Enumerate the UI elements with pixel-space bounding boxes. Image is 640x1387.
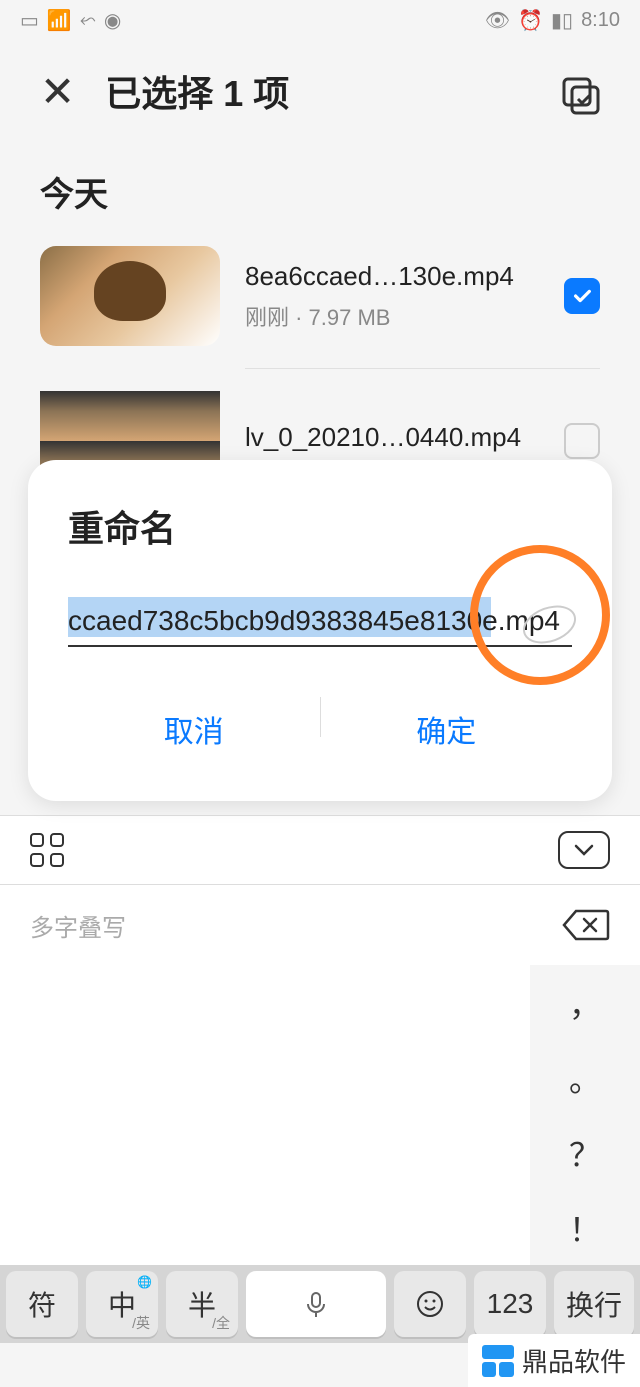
language-key[interactable]: 🌐 中 /英 — [86, 1271, 158, 1337]
backspace-key[interactable] — [562, 907, 610, 943]
dialog-title: 重命名 — [68, 500, 572, 552]
dialog-actions: 取消 确定 — [68, 697, 572, 761]
punctuation-column: ， 。 ？ ！ — [530, 965, 640, 1265]
width-key[interactable]: 半 /全 — [166, 1271, 238, 1337]
period-key[interactable]: 。 — [530, 1040, 640, 1115]
section-today: 今天 — [0, 142, 640, 236]
emoji-key[interactable] — [394, 1271, 466, 1337]
watermark-icon — [482, 1345, 514, 1377]
rename-input[interactable] — [68, 597, 572, 647]
watermark-text: 鼎品软件 — [522, 1342, 626, 1379]
enter-key[interactable]: 换行 — [554, 1271, 634, 1337]
file-item[interactable]: 8ea6ccaed…130e.mp4 刚刚 · 7.97 MB — [40, 236, 600, 356]
file-name: 8ea6ccaed…130e.mp4 — [245, 261, 539, 292]
file-name: lv_0_20210…0440.mp4 — [245, 422, 539, 453]
handwrite-hint: 多字叠写 — [30, 908, 126, 943]
nfc-icon: ◉ — [104, 8, 121, 33]
status-left: ▭ 📶 ⬿ ◉ — [20, 8, 121, 33]
status-time: 8:10 — [581, 9, 620, 32]
ime-toolbar — [0, 815, 640, 885]
ime-suggest-bar: 多字叠写 — [0, 885, 640, 965]
battery-icon: ▮▯ — [551, 8, 573, 33]
cancel-button[interactable]: 取消 — [68, 697, 320, 761]
video-thumbnail — [40, 246, 220, 346]
wifi-icon: ⬿ — [80, 9, 96, 32]
symbol-key[interactable]: 符 — [6, 1271, 78, 1337]
status-right: 👁 ⏰ ▮▯ 8:10 — [485, 8, 620, 33]
keyboard-bottom-row: 符 🌐 中 /英 半 /全 123 换行 — [0, 1265, 640, 1343]
collapse-keyboard-icon[interactable] — [558, 831, 610, 869]
file-checkbox[interactable] — [564, 423, 600, 459]
smile-icon — [415, 1289, 445, 1319]
file-info: lv_0_20210…0440.mp4 — [245, 422, 539, 461]
status-bar: ▭ 📶 ⬿ ◉ 👁 ⏰ ▮▯ 8:10 — [0, 0, 640, 40]
signal-icon: 📶 — [47, 8, 72, 33]
close-button[interactable]: ✕ — [40, 67, 75, 116]
alarm-icon: ⏰ — [518, 8, 543, 33]
header-title: 已选择 1 项 — [105, 65, 289, 117]
question-key[interactable]: ？ — [530, 1115, 640, 1190]
selection-header: ✕ 已选择 1 项 — [0, 40, 640, 142]
rename-dialog: 重命名 取消 确定 — [28, 460, 612, 801]
confirm-button[interactable]: 确定 — [321, 697, 573, 761]
file-checkbox[interactable] — [564, 278, 600, 314]
handwriting-area[interactable] — [0, 965, 530, 1265]
numeric-key[interactable]: 123 — [474, 1271, 546, 1337]
select-all-button[interactable] — [560, 75, 600, 115]
watermark: 鼎品软件 — [468, 1334, 640, 1387]
eye-icon: 👁 — [485, 8, 510, 33]
ime-menu-icon[interactable] — [30, 833, 64, 867]
space-key[interactable] — [246, 1271, 386, 1337]
hd-icon: ▭ — [20, 8, 39, 33]
comma-key[interactable]: ， — [530, 965, 640, 1040]
globe-icon: 🌐 — [137, 1275, 152, 1289]
file-meta: 刚刚 · 7.97 MB — [245, 300, 539, 332]
divider — [245, 368, 600, 369]
input-wrapper — [68, 597, 572, 647]
file-info: 8ea6ccaed…130e.mp4 刚刚 · 7.97 MB — [245, 261, 539, 332]
mic-icon — [301, 1289, 331, 1319]
exclaim-key[interactable]: ！ — [530, 1190, 640, 1265]
